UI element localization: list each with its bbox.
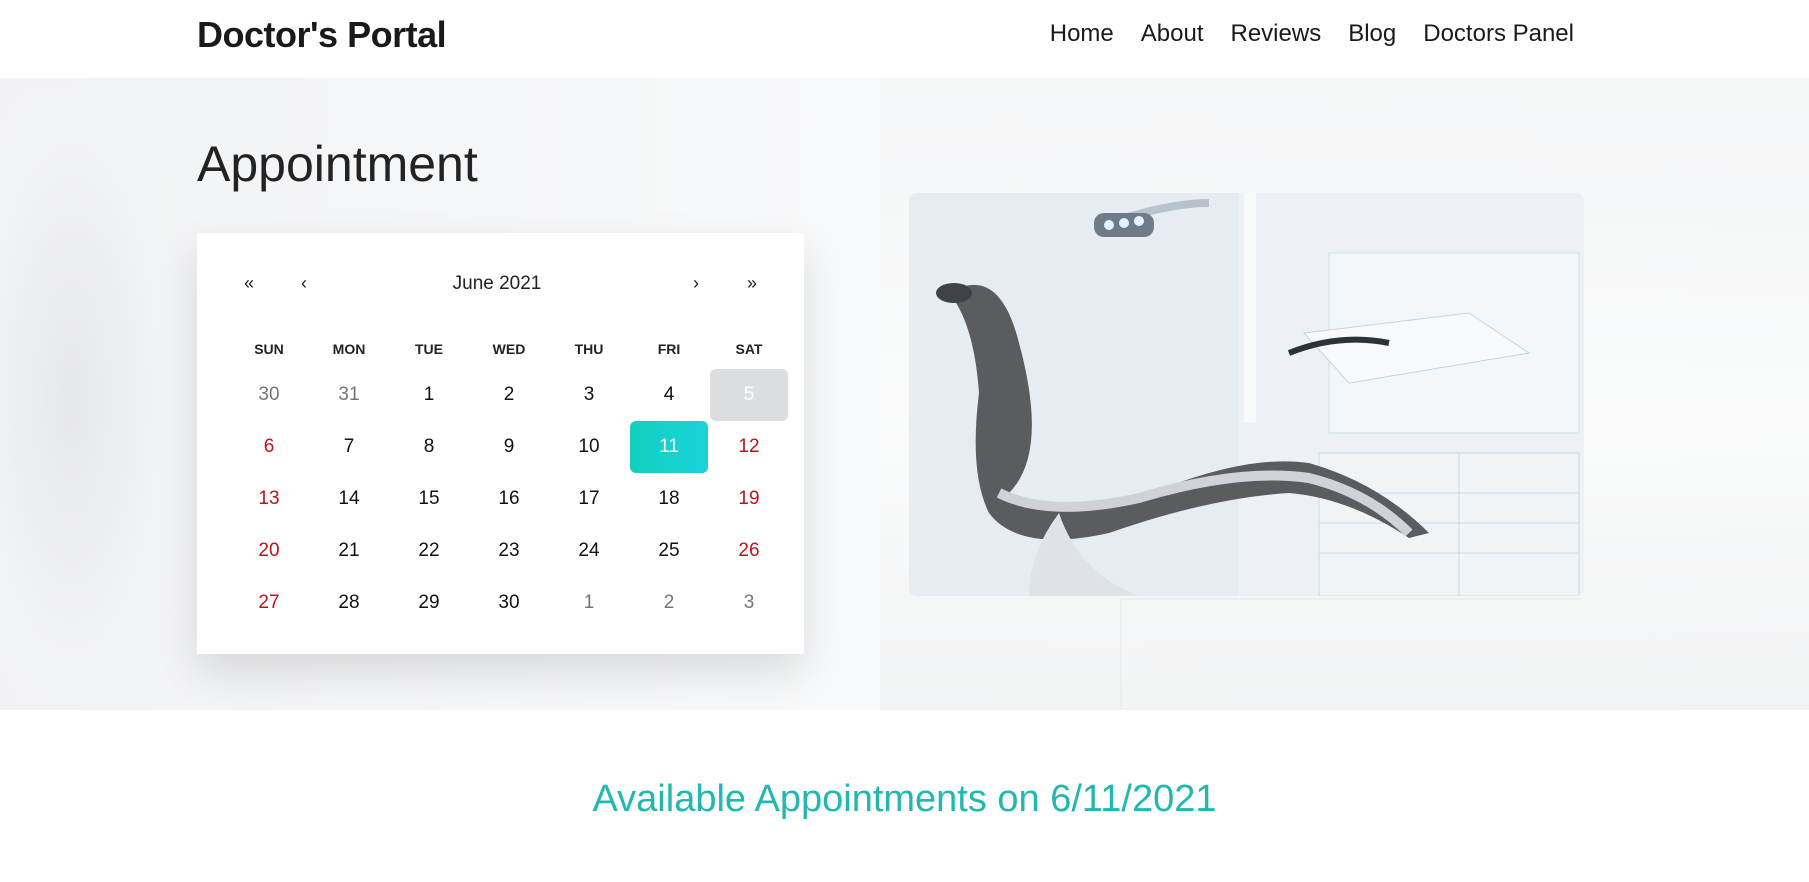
navbar: Doctor's Portal Home About Reviews Blog … bbox=[0, 0, 1809, 78]
calendar-day-cell[interactable]: 29 bbox=[390, 577, 468, 629]
calendar-day-cell[interactable]: 2 bbox=[470, 369, 548, 421]
calendar-day-cell[interactable]: 14 bbox=[310, 473, 388, 525]
calendar-days-grid: 30 31 1 2 3 4 5 6 7 8 9 10 11 12 13 14 15 16 17 18 19 20 21 22 2… bbox=[229, 369, 789, 629]
calendar-day-cell[interactable]: 15 bbox=[390, 473, 468, 525]
weekday-label: WED bbox=[492, 341, 526, 357]
calendar-day-cell[interactable]: 24 bbox=[550, 525, 628, 577]
weekday-label: MON bbox=[332, 341, 366, 357]
nav-blog-link[interactable]: Blog bbox=[1348, 20, 1396, 48]
calendar-day-cell[interactable]: 23 bbox=[470, 525, 548, 577]
dental-chair-photo bbox=[909, 193, 1584, 596]
weekday-label: THU bbox=[574, 341, 604, 357]
calendar-day-cell[interactable]: 27 bbox=[230, 577, 308, 629]
available-appointments-title: Available Appointments on 6/11/2021 bbox=[592, 778, 1217, 820]
dental-chair-illustration bbox=[909, 193, 1584, 596]
date-picker-calendar: « ‹ June 2021 › » SUN MON TUE WED THU FR… bbox=[197, 233, 804, 654]
calendar-day-cell[interactable]: 1 bbox=[550, 577, 628, 629]
calendar-day-cell[interactable]: 22 bbox=[390, 525, 468, 577]
weekday-label: FRI bbox=[657, 341, 681, 357]
calendar-day-cell[interactable]: 30 bbox=[230, 369, 308, 421]
calendar-day-cell[interactable]: 16 bbox=[470, 473, 548, 525]
weekday-label: SAT bbox=[735, 341, 763, 357]
calendar-day-cell[interactable]: 2 bbox=[630, 577, 708, 629]
calendar-day-cell[interactable]: 20 bbox=[230, 525, 308, 577]
calendar-day-cell[interactable]: 7 bbox=[310, 421, 388, 473]
calendar-day-cell[interactable]: 8 bbox=[390, 421, 468, 473]
next-year-button[interactable]: » bbox=[737, 273, 767, 294]
calendar-navigation: « ‹ June 2021 › » bbox=[197, 273, 804, 303]
nav-about-link[interactable]: About bbox=[1141, 20, 1204, 48]
brand-logo[interactable]: Doctor's Portal bbox=[197, 14, 447, 56]
weekday-label: TUE bbox=[415, 341, 443, 357]
calendar-day-cell[interactable]: 26 bbox=[710, 525, 788, 577]
today-day-cell[interactable]: 5 bbox=[710, 369, 788, 421]
calendar-day-cell[interactable]: 13 bbox=[230, 473, 308, 525]
calendar-day-cell[interactable]: 12 bbox=[710, 421, 788, 473]
background-cabinet-shape bbox=[1120, 598, 1582, 710]
calendar-day-cell[interactable]: 4 bbox=[630, 369, 708, 421]
calendar-day-cell[interactable]: 18 bbox=[630, 473, 708, 525]
nav-home-link[interactable]: Home bbox=[1050, 20, 1114, 48]
page-title: Appointment bbox=[197, 136, 478, 192]
calendar-day-cell[interactable]: 1 bbox=[390, 369, 468, 421]
calendar-day-cell[interactable]: 3 bbox=[710, 577, 788, 629]
calendar-month-label[interactable]: June 2021 bbox=[397, 273, 597, 295]
weekday-label: SUN bbox=[254, 341, 284, 357]
calendar-day-cell[interactable]: 19 bbox=[710, 473, 788, 525]
previous-year-button[interactable]: « bbox=[234, 273, 264, 294]
calendar-day-cell[interactable]: 21 bbox=[310, 525, 388, 577]
weekday-header: SUN MON TUE WED THU FRI SAT bbox=[229, 341, 789, 357]
calendar-day-cell[interactable]: 10 bbox=[550, 421, 628, 473]
selected-day-cell[interactable]: 11 bbox=[630, 421, 708, 473]
background-chair-shape bbox=[0, 88, 180, 708]
calendar-day-cell[interactable]: 3 bbox=[550, 369, 628, 421]
calendar-day-cell[interactable]: 28 bbox=[310, 577, 388, 629]
calendar-day-cell[interactable]: 17 bbox=[550, 473, 628, 525]
nav-links: Home About Reviews Blog Doctors Panel bbox=[1023, 20, 1574, 48]
calendar-day-cell[interactable]: 30 bbox=[470, 577, 548, 629]
calendar-day-cell[interactable]: 31 bbox=[310, 369, 388, 421]
calendar-day-cell[interactable]: 6 bbox=[230, 421, 308, 473]
nav-reviews-link[interactable]: Reviews bbox=[1231, 20, 1322, 48]
next-month-button[interactable]: › bbox=[681, 273, 711, 294]
previous-month-button[interactable]: ‹ bbox=[289, 273, 319, 294]
nav-doctors-panel-link[interactable]: Doctors Panel bbox=[1423, 20, 1574, 48]
calendar-day-cell[interactable]: 9 bbox=[470, 421, 548, 473]
calendar-day-cell[interactable]: 25 bbox=[630, 525, 708, 577]
